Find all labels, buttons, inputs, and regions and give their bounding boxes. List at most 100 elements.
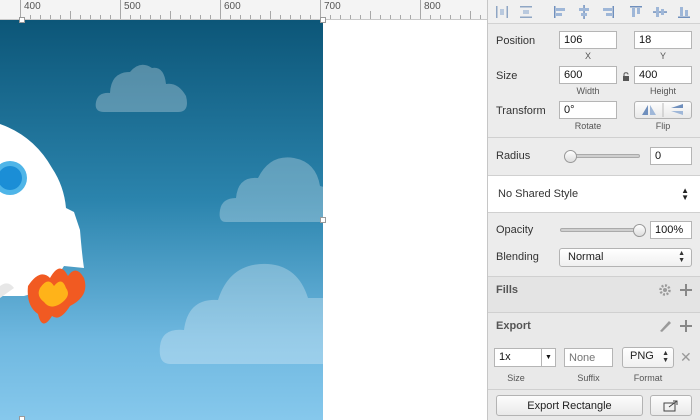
gear-icon[interactable] (658, 283, 672, 297)
export-format-value: PNG (630, 350, 654, 362)
ruler-minor-tick (110, 15, 111, 19)
shared-style-select[interactable]: No Shared Style (498, 188, 578, 200)
position-label: Position (496, 35, 536, 47)
rotate-caption: Rotate (574, 121, 602, 131)
ruler-minor-tick (70, 11, 71, 19)
position-x-field[interactable]: 106 (559, 31, 617, 49)
export-scale-combobox[interactable]: 1x ▼ (494, 348, 556, 367)
ruler-minor-tick (50, 15, 51, 19)
cloud-medium (219, 157, 323, 222)
inspector-panel: Position 106 18 X Y Size 600 400 Width H… (487, 0, 700, 420)
flip-horizontal-vertical-icon[interactable] (635, 102, 691, 118)
resize-handle-bottom-left[interactable] (19, 416, 25, 420)
resize-handle-top-left[interactable] (19, 17, 25, 23)
transform-label: Transform (496, 105, 546, 117)
export-title: Export (496, 320, 531, 332)
distribute-vertical-icon[interactable] (518, 4, 534, 20)
cloud-large (159, 263, 323, 364)
remove-export-icon[interactable]: ✕ (680, 349, 692, 366)
ruler-minor-tick (200, 15, 201, 19)
export-suffix-input[interactable] (564, 348, 613, 367)
fills-title: Fills (496, 284, 519, 296)
ruler-major-tick (120, 0, 121, 19)
opacity-slider-knob[interactable] (633, 224, 646, 237)
height-field[interactable]: 400 (634, 66, 692, 84)
y-caption: Y (659, 51, 666, 61)
ruler-minor-tick (370, 11, 371, 19)
ruler-label: 400 (24, 1, 41, 12)
flip-caption: Flip (655, 121, 671, 131)
ruler-minor-tick (210, 15, 211, 19)
ruler-minor-tick (330, 15, 331, 19)
distribute-horizontal-icon[interactable] (494, 4, 510, 20)
width-field[interactable]: 600 (559, 66, 617, 84)
rocket-illustration (0, 124, 86, 324)
canvas[interactable]: 400 500 600 700 800 (0, 0, 487, 420)
ruler-label: 600 (224, 1, 241, 12)
ruler-minor-tick (430, 15, 431, 19)
radius-field[interactable]: 0 (650, 147, 692, 165)
resize-handle-top-right[interactable] (320, 17, 326, 23)
export-scale-value: 1x (499, 351, 511, 363)
blending-value: Normal (568, 251, 604, 263)
updown-arrows-icon: ▲ ▼ (678, 250, 685, 264)
ruler-minor-tick (30, 15, 31, 19)
align-right-icon[interactable] (600, 4, 616, 20)
ruler-minor-tick (350, 15, 351, 19)
align-top-icon[interactable] (628, 4, 644, 20)
ruler-minor-tick (480, 15, 481, 19)
ruler-minor-tick (300, 15, 301, 19)
add-export-icon[interactable] (679, 319, 693, 333)
suffix-caption: Suffix (577, 373, 600, 383)
flip-buttons (634, 101, 692, 119)
opacity-slider-track[interactable] (560, 228, 640, 232)
rectangle-artboard[interactable] (0, 20, 323, 420)
ruler-minor-tick (150, 15, 151, 19)
radius-slider-knob[interactable] (564, 150, 577, 163)
size-label: Size (496, 70, 518, 82)
ruler-minor-tick (310, 15, 311, 19)
ruler-minor-tick (40, 15, 41, 19)
align-left-icon[interactable] (552, 4, 568, 20)
add-fill-icon[interactable] (679, 283, 693, 297)
align-bottom-icon[interactable] (676, 4, 692, 20)
ruler-minor-tick (440, 15, 441, 19)
appearance-section: Opacity 100% Blending Normal ▲ ▼ (488, 212, 700, 276)
position-y-field[interactable]: 18 (634, 31, 692, 49)
ruler-major-tick (220, 0, 221, 19)
export-rectangle-button[interactable]: Export Rectangle (496, 395, 643, 416)
ruler-minor-tick (290, 15, 291, 19)
rotate-field[interactable]: 0° (559, 101, 617, 119)
ruler-minor-tick (230, 15, 231, 19)
ruler-minor-tick (130, 15, 131, 19)
opacity-field[interactable]: 100% (650, 221, 692, 239)
ruler-minor-tick (90, 15, 91, 19)
shared-style-section[interactable]: No Shared Style ▲ ▼ (488, 175, 700, 212)
ruler-minor-tick (160, 15, 161, 19)
lock-icon[interactable] (622, 72, 630, 81)
blending-select[interactable]: Normal ▲ ▼ (559, 248, 692, 267)
ruler-minor-tick (340, 15, 341, 19)
format-caption: Format (633, 373, 663, 383)
ruler-minor-tick (270, 11, 271, 19)
opacity-label: Opacity (496, 224, 534, 236)
ruler-minor-tick (60, 15, 61, 19)
slice-knife-icon[interactable] (658, 319, 672, 333)
export-format-select[interactable]: PNG ▲ ▼ (622, 347, 674, 368)
ruler-label: 500 (124, 1, 141, 12)
ruler-minor-tick (180, 15, 181, 19)
ruler-major-tick (420, 0, 421, 19)
resize-handle-right[interactable] (320, 217, 326, 223)
ruler-minor-tick (80, 15, 81, 19)
ruler-minor-tick (100, 15, 101, 19)
ruler-minor-tick (380, 15, 381, 19)
updown-arrows-icon: ▲ ▼ (681, 186, 689, 202)
ruler-minor-tick (140, 15, 141, 19)
align-middle-icon[interactable] (652, 4, 668, 20)
updown-arrows-icon: ▲ ▼ (662, 350, 669, 364)
chevron-down-icon[interactable]: ▼ (541, 349, 555, 366)
align-center-horizontal-icon[interactable] (576, 4, 592, 20)
size-caption: Size (507, 373, 525, 383)
share-button[interactable] (650, 395, 692, 416)
alignment-toolbar (488, 0, 700, 24)
